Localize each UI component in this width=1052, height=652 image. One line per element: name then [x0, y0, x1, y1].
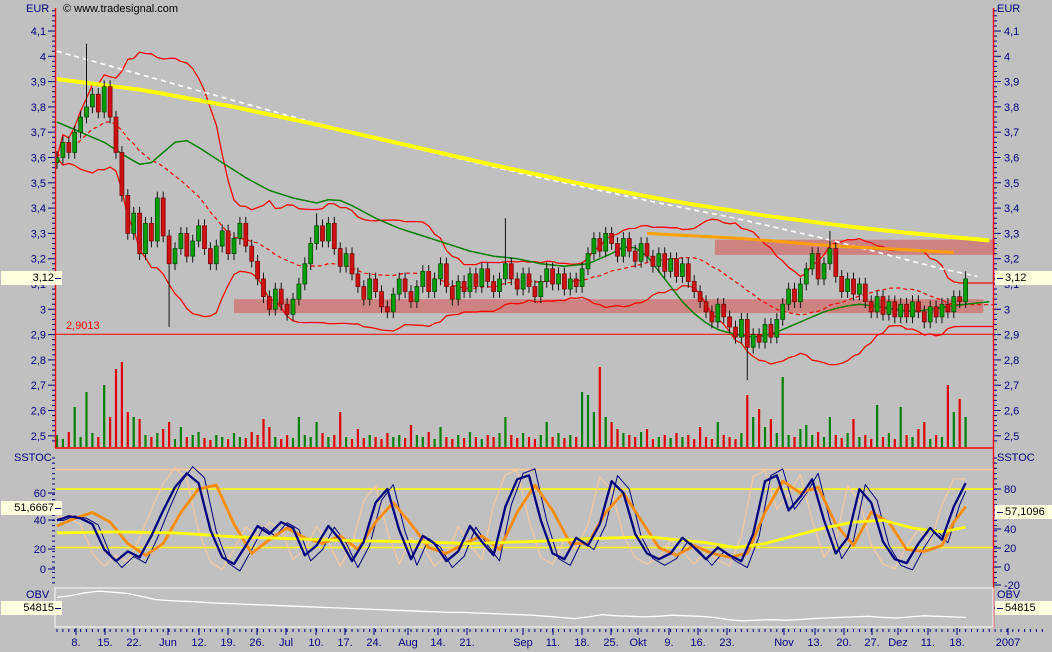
- svg-text:11.: 11.: [546, 637, 560, 649]
- svg-text:18.: 18.: [574, 637, 589, 649]
- svg-text:80: 80: [1004, 484, 1016, 496]
- svg-text:16.: 16.: [690, 637, 705, 649]
- last-price-badge-left: 3,12: [1, 271, 62, 285]
- svg-text:13.: 13.: [807, 637, 822, 649]
- svg-text:21.: 21.: [459, 637, 474, 649]
- svg-text:3,8: 3,8: [31, 102, 46, 114]
- svg-text:9.: 9.: [664, 637, 673, 649]
- svg-text:3,7: 3,7: [1004, 127, 1019, 139]
- svg-text:0: 0: [1004, 562, 1010, 574]
- svg-text:2,5: 2,5: [31, 431, 46, 443]
- tradesignal-chart-window: 4,1 4,1 4 4 3,9 3,9 3,8 3,8 3,7 3,7 3,6 3,6 3,5 3,5 3,…: [0, 0, 1052, 652]
- svg-text:22.: 22.: [126, 637, 141, 649]
- svg-text:26.: 26.: [249, 637, 264, 649]
- price-axis-unit-left: EUR: [26, 3, 49, 15]
- svg-text:4,1: 4,1: [31, 26, 46, 38]
- obv-value-badge-right: 54815: [995, 601, 1052, 615]
- svg-text:3,3: 3,3: [31, 228, 46, 240]
- level-line-label: 2,9013: [66, 320, 100, 332]
- chart-canvas[interactable]: 4,1 4,1 4 4 3,9 3,9 3,8 3,8 3,7 3,7 3,6 3,6 3,5 3,5 3,…: [0, 0, 1052, 652]
- obv-panel-title-right: OBV: [997, 589, 1020, 601]
- svg-text:15.: 15.: [97, 637, 112, 649]
- svg-text:3,3: 3,3: [1004, 228, 1019, 240]
- svg-text:18.: 18.: [949, 637, 964, 649]
- sstoc-value-badge-left: 51,6667: [1, 501, 62, 515]
- svg-text:2,5: 2,5: [1004, 431, 1019, 443]
- svg-text:Dez: Dez: [888, 637, 908, 649]
- svg-text:14.: 14.: [430, 637, 445, 649]
- svg-text:3: 3: [1004, 304, 1010, 316]
- obv-value-badge-left: 54815: [1, 601, 62, 615]
- svg-text:20: 20: [1004, 543, 1016, 555]
- svg-text:20: 20: [34, 544, 46, 556]
- svg-text:2007: 2007: [996, 637, 1020, 649]
- svg-text:17.: 17.: [337, 637, 352, 649]
- svg-text:2,6: 2,6: [31, 406, 46, 418]
- svg-text:3,4: 3,4: [1004, 203, 1019, 215]
- svg-text:4,1: 4,1: [1004, 26, 1019, 38]
- svg-text:23.: 23.: [719, 637, 734, 649]
- svg-text:3,7: 3,7: [31, 127, 46, 139]
- svg-text:12.: 12.: [191, 637, 206, 649]
- svg-text:11.: 11.: [921, 637, 935, 649]
- svg-text:3,5: 3,5: [31, 178, 46, 190]
- copyright-text: © www.tradesignal.com: [63, 3, 178, 15]
- svg-text:3,8: 3,8: [1004, 102, 1019, 114]
- svg-text:3,5: 3,5: [1004, 178, 1019, 190]
- sstoc-panel-title-right: SSTOC: [997, 452, 1035, 464]
- svg-text:2,8: 2,8: [31, 355, 46, 367]
- obv-panel-title-left: OBV: [26, 589, 49, 601]
- svg-text:2,7: 2,7: [31, 380, 46, 392]
- sstoc-panel-title-left: SSTOC: [14, 452, 52, 464]
- svg-text:Jun: Jun: [159, 637, 177, 649]
- svg-text:0: 0: [40, 564, 46, 576]
- svg-text:3,6: 3,6: [31, 153, 46, 165]
- svg-text:40: 40: [34, 515, 46, 527]
- svg-text:Okt: Okt: [629, 637, 646, 649]
- svg-text:8.: 8.: [71, 637, 80, 649]
- sstoc-value-badge-right: 57,1096: [995, 505, 1052, 519]
- svg-text:Aug: Aug: [398, 637, 418, 649]
- svg-text:40: 40: [1004, 524, 1016, 536]
- price-axis-unit-right: EUR: [997, 3, 1020, 15]
- svg-text:19.: 19.: [220, 637, 235, 649]
- svg-text:27.: 27.: [864, 637, 879, 649]
- svg-text:10.: 10.: [308, 637, 323, 649]
- svg-text:3,6: 3,6: [1004, 153, 1019, 165]
- svg-text:2,9: 2,9: [1004, 330, 1019, 342]
- svg-text:3,2: 3,2: [31, 254, 46, 266]
- svg-text:2,8: 2,8: [1004, 355, 1019, 367]
- last-price-badge-right: 3,12: [995, 271, 1052, 285]
- svg-text:3,9: 3,9: [31, 77, 46, 89]
- svg-text:2,7: 2,7: [1004, 380, 1019, 392]
- svg-text:2,6: 2,6: [1004, 406, 1019, 418]
- svg-text:Jul: Jul: [279, 637, 293, 649]
- svg-text:3,4: 3,4: [31, 203, 46, 215]
- svg-text:3,2: 3,2: [1004, 254, 1019, 266]
- svg-text:3: 3: [40, 304, 46, 316]
- svg-text:25.: 25.: [603, 637, 618, 649]
- svg-text:Sep: Sep: [513, 637, 533, 649]
- svg-text:4: 4: [40, 51, 46, 63]
- svg-text:4: 4: [1004, 51, 1010, 63]
- svg-text:60: 60: [34, 488, 46, 500]
- svg-text:2,9: 2,9: [31, 330, 46, 342]
- svg-text:3,9: 3,9: [1004, 77, 1019, 89]
- svg-text:20.: 20.: [836, 637, 851, 649]
- svg-text:Nov: Nov: [774, 637, 794, 649]
- svg-text:24.: 24.: [366, 637, 381, 649]
